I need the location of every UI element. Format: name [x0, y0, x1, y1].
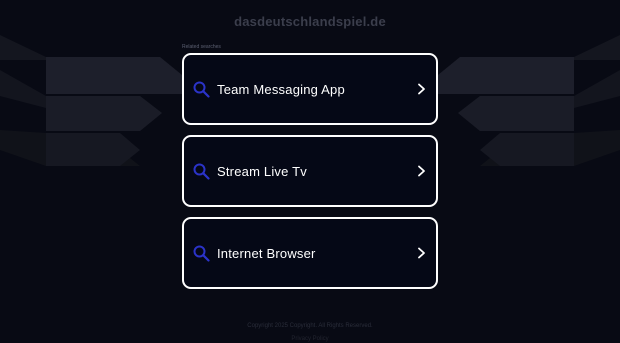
search-card-stream-live-tv[interactable]: Stream Live Tv [182, 135, 438, 207]
chevron-right-icon [418, 83, 425, 95]
site-domain-title: dasdeutschlandspiel.de [234, 14, 386, 29]
search-card-team-messaging-app[interactable]: Team Messaging App [182, 53, 438, 125]
search-card-internet-browser[interactable]: Internet Browser [182, 217, 438, 289]
search-icon [193, 163, 210, 180]
search-icon [193, 81, 210, 98]
chevron-right-icon [418, 165, 425, 177]
chevron-right-icon [418, 247, 425, 259]
footer-copyright: Copyright 2025 Copyright. All Rights Res… [247, 323, 373, 329]
search-card-label: Team Messaging App [217, 81, 345, 97]
related-searches-heading: Related searches [182, 44, 221, 50]
search-icon [193, 245, 210, 262]
search-card-label: Stream Live Tv [217, 163, 307, 179]
search-card-label: Internet Browser [217, 245, 316, 261]
footer-privacy-link[interactable]: Privacy Policy [0, 336, 620, 342]
search-results-list: Team Messaging App Stream Live Tv Intern… [182, 53, 438, 299]
